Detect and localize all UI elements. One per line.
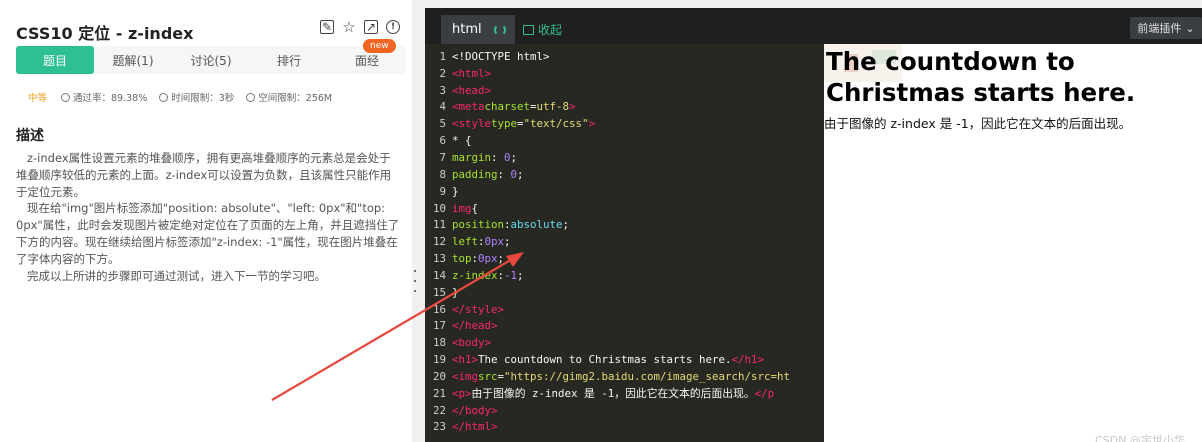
edit-icon[interactable]: ✎ bbox=[320, 20, 334, 34]
code-lines[interactable]: 1 <!DOCTYPE html> 2 <html> 3 <head> 4 <met… bbox=[425, 48, 825, 435]
refresh-icon[interactable] bbox=[493, 23, 506, 36]
description-heading: 描述 bbox=[16, 128, 44, 144]
chevron-down-icon: ⌄ bbox=[1185, 21, 1195, 35]
title-toolbar: ✎ ☆ ↗ ! bbox=[320, 19, 400, 34]
star-icon[interactable]: ☆ bbox=[342, 19, 356, 34]
tab-solutions[interactable]: 题解(1) bbox=[94, 46, 172, 74]
memory-icon bbox=[246, 92, 256, 102]
collapse-icon bbox=[523, 24, 534, 35]
clock-icon bbox=[159, 92, 169, 102]
preview-pane: The countdown to Christmas starts here. … bbox=[824, 44, 1202, 442]
problem-tabs: 题目 题解(1) 讨论(5) 排行 面经 bbox=[16, 46, 406, 74]
editor-tab-label: html bbox=[452, 22, 482, 37]
plugin-label: 前端插件 bbox=[1137, 22, 1182, 35]
tab-discussion[interactable]: 讨论(5) bbox=[172, 46, 250, 74]
frontend-plugin-dropdown[interactable]: 前端插件 ⌄ bbox=[1130, 17, 1202, 39]
description-paragraph: 完成以上所讲的步骤即可通过测试，进入下一节的学习吧。 bbox=[27, 268, 326, 283]
time-limit: 时间限制：3秒 bbox=[159, 90, 234, 104]
share-icon[interactable]: ↗ bbox=[364, 20, 378, 34]
page-title: CSS10 定位 - z-index bbox=[16, 24, 194, 43]
time-limit-text: 时间限制：3秒 bbox=[171, 93, 235, 104]
memory-limit-text: 空间限制：256M bbox=[258, 93, 333, 104]
problem-stats: 中等 通过率：89.38% 时间限制：3秒 空间限制：256M bbox=[28, 90, 332, 104]
description-paragraph: 现在给"img"图片标签添加"position: absolute"、"left… bbox=[16, 201, 400, 266]
new-badge: new bbox=[363, 39, 396, 53]
watermark: CSDN @宇世小华 bbox=[1095, 434, 1185, 442]
preview-paragraph: 由于图像的 z-index 是 -1，因此它在文本的后面出现。 bbox=[824, 116, 1132, 131]
memory-limit: 空间限制：256M bbox=[246, 90, 332, 104]
check-circle-icon bbox=[61, 92, 71, 102]
pass-rate: 通过率：89.38% bbox=[61, 90, 147, 104]
info-icon[interactable]: ! bbox=[386, 20, 400, 34]
collapse-button[interactable]: 收起 bbox=[523, 21, 562, 38]
panel-resize-handle[interactable] bbox=[413, 270, 417, 292]
problem-panel: CSS10 定位 - z-index ✎ ☆ ↗ ! 题目 题解(1) 讨论(5… bbox=[0, 0, 412, 442]
preview-heading: The countdown to Christmas starts here. bbox=[826, 47, 1136, 107]
tab-ranking[interactable]: 排行 bbox=[250, 46, 328, 74]
editor-tab-html[interactable]: html bbox=[441, 15, 515, 44]
collapse-label: 收起 bbox=[538, 23, 563, 37]
difficulty-label: 中等 bbox=[28, 93, 48, 104]
description-body: z-index属性设置元素的堆叠顺序，拥有更高堆叠顺序的元素总是会处于堆叠顺序较… bbox=[16, 150, 400, 284]
pass-rate-text: 通过率：89.38% bbox=[73, 93, 148, 104]
description-paragraph: z-index属性设置元素的堆叠顺序，拥有更高堆叠顺序的元素总是会处于堆叠顺序较… bbox=[16, 151, 392, 199]
tab-problem[interactable]: 题目 bbox=[16, 46, 94, 74]
